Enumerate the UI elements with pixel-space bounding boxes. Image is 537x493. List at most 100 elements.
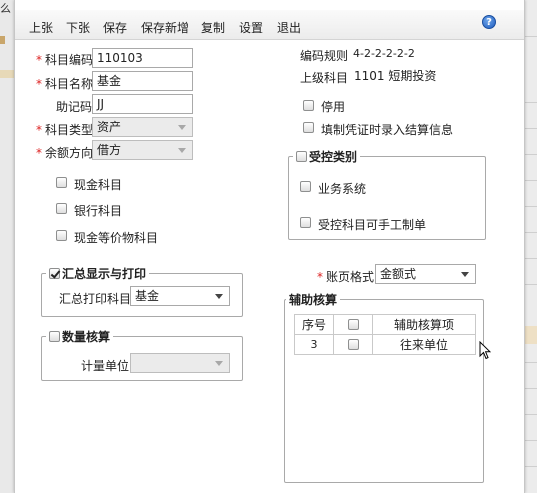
code-rule-label: 编码规则	[300, 49, 349, 63]
balance-direction-label: * 余额方向	[36, 146, 94, 160]
row-checkbox[interactable]	[348, 339, 359, 350]
parent-account-label: 上级科目	[300, 71, 349, 85]
type-select[interactable]: 资产	[92, 117, 193, 137]
background-right-panel	[525, 0, 537, 493]
controlled-category-checkbox[interactable]	[296, 151, 307, 162]
copy-button[interactable]: 复制	[201, 19, 225, 36]
summary-print-legend: 汇总显示与打印	[46, 265, 150, 282]
business-system-label: 业务系统	[318, 182, 367, 196]
bg-line	[525, 284, 537, 285]
next-button[interactable]: 下张	[66, 19, 90, 36]
header-item: 辅助核算项	[372, 314, 476, 335]
bg-line	[525, 414, 537, 415]
ledger-format-label: * 账页格式	[317, 270, 375, 284]
mouse-cursor-icon	[479, 341, 491, 360]
header-no: 序号	[294, 314, 334, 335]
background-left-panel: 么	[0, 0, 14, 493]
row-select	[333, 334, 373, 355]
bg-line	[525, 232, 537, 233]
account-edit-dialog: 上张 下张 保存 保存新增 复制 设置 退出 ? * 科目编码 110103 * 科…	[14, 0, 525, 493]
cash-account-checkbox[interactable]	[56, 177, 67, 188]
bg-line	[525, 154, 537, 155]
cut-marker	[0, 36, 5, 44]
balance-direction-value: 借方	[97, 143, 122, 157]
auxiliary-accounting-legend: 辅助核算	[286, 291, 341, 308]
summary-print-account-select[interactable]: 基金	[130, 286, 230, 306]
bg-line	[525, 258, 537, 259]
row-item[interactable]: 往来单位	[372, 334, 476, 355]
code-input[interactable]: 110103	[92, 48, 193, 68]
bg-line	[525, 36, 537, 37]
summary-print-account-label: 汇总打印科目	[59, 292, 132, 306]
chevron-down-icon	[178, 125, 186, 130]
ledger-format-value: 金额式	[380, 267, 417, 281]
row-no: 3	[294, 334, 334, 355]
name-input[interactable]: 基金	[92, 71, 193, 91]
unit-label: 计量单位	[81, 359, 130, 373]
cash-equivalent-checkbox[interactable]	[56, 230, 67, 241]
code-rule-value: 4-2-2-2-2-2	[353, 47, 415, 60]
disabled-label: 停用	[321, 100, 346, 114]
manual-voucher-checkbox[interactable]	[300, 217, 311, 228]
ledger-format-select[interactable]: 金额式	[375, 264, 476, 284]
bg-line	[525, 102, 537, 103]
bg-line	[525, 466, 537, 467]
controlled-category-legend: 受控类别	[293, 148, 361, 165]
summary-print-group: 汇总显示与打印 汇总打印科目 基金	[41, 265, 243, 317]
summary-print-checkbox[interactable]	[49, 268, 60, 279]
cash-equivalent-label: 现金等价物科目	[74, 231, 159, 245]
bg-strip	[0, 70, 14, 78]
exit-button[interactable]: 退出	[277, 19, 301, 36]
cut-text: 么	[0, 2, 11, 15]
name-label: * 科目名称	[36, 77, 94, 91]
code-label: * 科目编码	[36, 53, 94, 67]
settlement-info-checkbox[interactable]	[303, 122, 314, 133]
bg-line	[525, 206, 537, 207]
select-all-checkbox[interactable]	[348, 319, 359, 330]
bank-account-label: 银行科目	[74, 204, 123, 218]
chevron-down-icon	[215, 361, 223, 366]
save-new-button[interactable]: 保存新增	[141, 19, 189, 36]
controlled-category-group: 受控类别 业务系统 受控科目可手工制单	[288, 148, 486, 240]
header-select	[333, 314, 373, 335]
type-label: * 科目类型	[36, 123, 94, 137]
bg-line	[525, 128, 537, 129]
summary-print-account-value: 基金	[135, 289, 160, 303]
bg-line	[525, 440, 537, 441]
auxiliary-accounting-group: 辅助核算 序号 辅助核算项 3 往来单位	[284, 291, 484, 483]
save-button[interactable]: 保存	[103, 19, 127, 36]
bank-account-checkbox[interactable]	[56, 203, 67, 214]
unit-select[interactable]	[130, 353, 230, 373]
auxiliary-accounting-table: 序号 辅助核算项 3 往来单位	[294, 314, 476, 355]
bg-line	[525, 362, 537, 363]
disabled-checkbox[interactable]	[303, 100, 314, 111]
cash-account-label: 现金科目	[74, 178, 123, 192]
bg-line	[525, 388, 537, 389]
auxiliary-accounting-title: 辅助核算	[289, 293, 338, 307]
bg-strip	[525, 326, 537, 344]
type-select-value: 资产	[97, 120, 122, 134]
quantity-accounting-legend: 数量核算	[46, 328, 114, 345]
parent-account-value: 1101 短期投资	[354, 69, 437, 83]
quantity-accounting-checkbox[interactable]	[49, 331, 60, 342]
chevron-down-icon	[215, 294, 223, 299]
settings-button[interactable]: 设置	[239, 19, 263, 36]
table-header-row: 序号 辅助核算项	[294, 314, 476, 335]
table-row[interactable]: 3 往来单位	[294, 334, 476, 355]
toolbar: 上张 下张 保存 保存新增 复制 设置 退出 ?	[15, 10, 524, 40]
settlement-info-label: 填制凭证时录入结算信息	[321, 123, 454, 137]
summary-print-title: 汇总显示与打印	[62, 267, 147, 281]
quantity-accounting-title: 数量核算	[62, 330, 111, 344]
balance-direction-select[interactable]: 借方	[92, 140, 193, 160]
controlled-category-title: 受控类别	[309, 150, 358, 164]
business-system-checkbox[interactable]	[300, 181, 311, 192]
manual-voucher-label: 受控科目可手工制单	[318, 218, 427, 232]
chevron-down-icon	[178, 148, 186, 153]
bg-line	[525, 180, 537, 181]
mnemonic-label: 助记码	[56, 100, 93, 114]
quantity-accounting-group: 数量核算 计量单位	[41, 328, 243, 381]
help-icon[interactable]: ?	[482, 15, 496, 29]
prev-button[interactable]: 上张	[29, 19, 53, 36]
chevron-down-icon	[461, 272, 469, 277]
mnemonic-input[interactable]: JJ	[92, 94, 193, 114]
